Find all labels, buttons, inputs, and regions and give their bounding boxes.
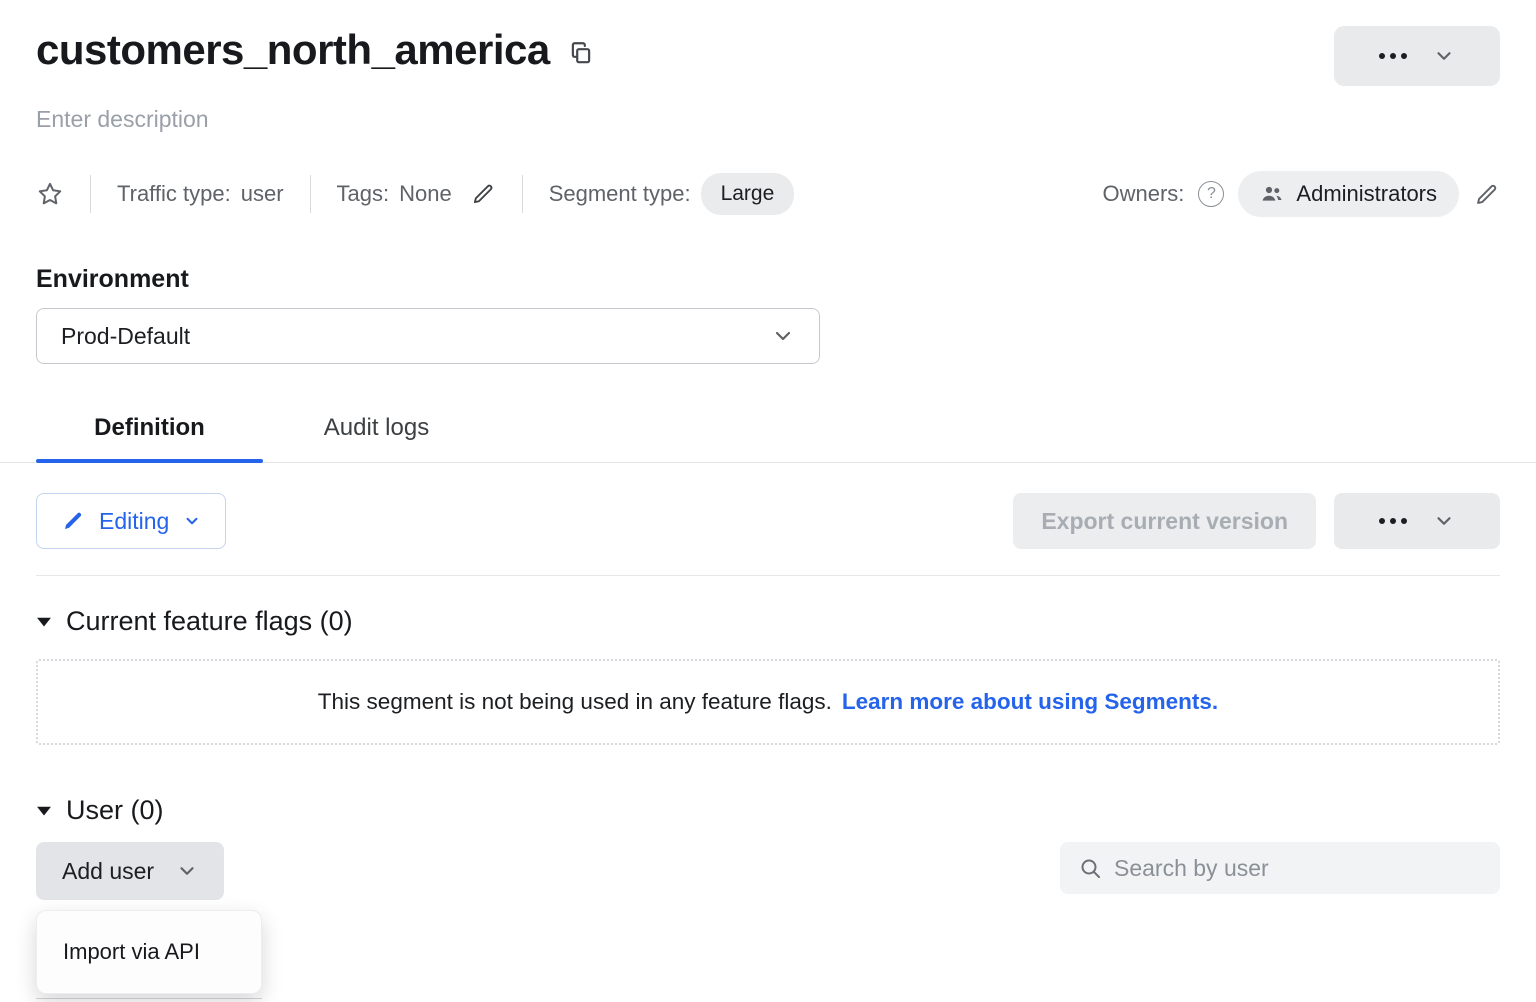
segment-type-meta: Segment type: Large [549,173,795,215]
tab-definition[interactable]: Definition [36,400,263,462]
chevron-down-icon [1433,510,1455,532]
tags-value: None [399,181,452,207]
learn-more-link[interactable]: Learn more about using Segments. [842,689,1218,715]
feature-flags-section-title: Current feature flags (0) [66,606,353,637]
page-actions-button[interactable] [1334,26,1500,86]
definition-toolbar: Editing Export current version [36,493,1500,549]
tags-meta: Tags: None [337,181,496,207]
toolbar-right: Export current version [1013,493,1500,549]
cutoff-card-edge [36,998,262,999]
ellipsis-icon [1379,518,1407,524]
definition-actions-button[interactable] [1334,493,1500,549]
environment-selected-value: Prod-Default [61,323,190,350]
caret-down-icon [36,805,52,817]
meta-divider [90,175,91,213]
traffic-type-value: user [241,181,284,207]
add-user-button[interactable]: Add user [36,842,224,900]
feature-flags-empty-state: This segment is not being used in any fe… [36,659,1500,745]
owners-label: Owners: [1102,181,1184,207]
search-by-user-input[interactable] [1114,855,1482,882]
feature-flags-section-header[interactable]: Current feature flags (0) [36,606,1500,637]
pencil-icon[interactable] [470,181,496,207]
people-icon [1260,182,1284,206]
user-section-title: User (0) [66,795,164,826]
search-icon [1078,856,1102,880]
chevron-down-icon [771,324,795,348]
title-row: customers_north_america [36,26,1500,86]
owners-value: Administrators [1296,181,1437,207]
segment-type-label: Segment type: [549,181,691,207]
meta-divider [522,175,523,213]
owners-cluster: Owners: Administrators [1102,171,1500,217]
add-user-label: Add user [62,858,154,885]
traffic-type-meta: Traffic type: user [117,181,284,207]
menu-item-import-via-api[interactable]: Import via API [37,917,261,987]
copy-icon[interactable] [568,40,594,66]
meta-divider [310,175,311,213]
export-version-button[interactable]: Export current version [1013,493,1316,549]
chevron-down-icon [176,860,198,882]
traffic-type-label: Traffic type: [117,181,231,207]
user-search-box [1060,842,1500,894]
description-placeholder[interactable]: Enter description [36,106,1500,133]
tab-audit-logs[interactable]: Audit logs [263,400,490,462]
empty-state-text: This segment is not being used in any fe… [318,689,832,715]
segment-detail-page: customers_north_america Enter descriptio… [0,0,1536,1002]
user-row: Add user Import via API [36,842,1500,900]
owners-badge[interactable]: Administrators [1238,171,1459,217]
add-user-wrap: Add user Import via API [36,842,224,900]
tab-bar: Definition Audit logs [0,400,1536,463]
environment-select[interactable]: Prod-Default [36,308,820,364]
pencil-icon[interactable] [1473,181,1500,208]
chevron-down-icon [183,512,201,530]
add-user-menu: Import via API [36,910,262,994]
meta-row: Traffic type: user Tags: None Segment ty… [36,171,1500,217]
editing-label: Editing [99,508,169,535]
chevron-down-icon [1433,45,1455,67]
segment-type-badge: Large [701,173,795,215]
ellipsis-icon [1379,53,1407,59]
editing-status-button[interactable]: Editing [36,493,226,549]
environment-label: Environment [36,265,1500,294]
question-circle-icon[interactable] [1198,181,1224,207]
tags-label: Tags: [337,181,390,207]
title-group: customers_north_america [36,26,594,74]
toolbar-divider [36,575,1500,576]
page-title: customers_north_america [36,26,550,74]
caret-down-icon [36,616,52,628]
pencil-icon [61,509,85,533]
star-icon[interactable] [36,180,64,208]
user-section-header[interactable]: User (0) [36,795,1500,826]
